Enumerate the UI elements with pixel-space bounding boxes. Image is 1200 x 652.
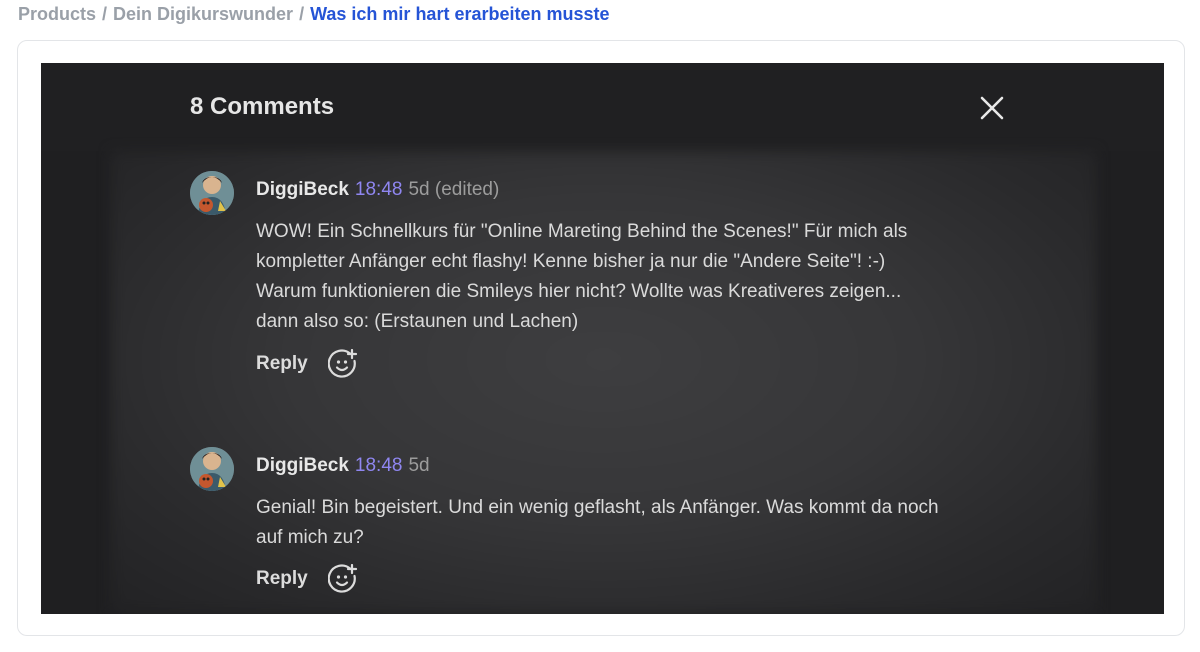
- comment-age: 5d: [408, 455, 430, 476]
- avatar[interactable]: [190, 171, 234, 215]
- comment-text: Genial! Bin begeistert. Und ein wenig ge…: [256, 493, 1016, 553]
- comments-title: 8 Comments: [190, 93, 335, 120]
- comment-text: WOW! Ein Schnellkurs für "Online Maretin…: [256, 217, 1016, 337]
- comment-text-line: Genial! Bin begeistert. Und ein wenig ge…: [256, 497, 939, 518]
- breadcrumb-current-page: Was ich mir hart erarbeiten musste: [310, 4, 610, 24]
- comment-text-line: auf mich zu?: [256, 527, 364, 548]
- comment-text-line: kompletter Anfänger echt flashy! Kenne b…: [256, 251, 886, 272]
- comment-author[interactable]: DiggiBeck: [256, 455, 349, 476]
- comment-time[interactable]: 18:48: [355, 455, 403, 476]
- comment-age: 5d (edited): [408, 179, 500, 200]
- add-reaction-icon[interactable]: [327, 563, 358, 594]
- comment-meta: DiggiBeck 18:48 5d: [256, 455, 430, 477]
- comment-actions: Reply: [256, 348, 358, 379]
- comment-actions: Reply: [256, 563, 358, 594]
- reply-button[interactable]: Reply: [256, 568, 308, 590]
- comment-author[interactable]: DiggiBeck: [256, 179, 349, 200]
- comment-text-line: Warum funktionieren die Smileys hier nic…: [256, 281, 902, 302]
- comments-panel: 8 Comments DiggiBeck 18:48 5d (edited) WOW…: [41, 63, 1164, 614]
- close-icon[interactable]: [979, 95, 1005, 121]
- breadcrumb-course-link[interactable]: Dein Digikurswunder: [113, 4, 293, 24]
- avatar[interactable]: [190, 447, 234, 491]
- add-reaction-icon[interactable]: [327, 348, 358, 379]
- reply-button[interactable]: Reply: [256, 353, 308, 375]
- comment-time[interactable]: 18:48: [355, 179, 403, 200]
- breadcrumb: Products / Dein Digikurswunder / Was ich mir…: [18, 4, 610, 25]
- comment-meta: DiggiBeck 18:48 5d (edited): [256, 179, 499, 201]
- breadcrumb-separator: /: [102, 4, 108, 24]
- breadcrumb-separator: /: [299, 4, 305, 24]
- breadcrumb-products-link[interactable]: Products: [18, 4, 96, 24]
- comment-text-line: dann also so: (Erstaunen und Lachen): [256, 311, 579, 332]
- comment-text-line: WOW! Ein Schnellkurs für "Online Maretin…: [256, 221, 908, 242]
